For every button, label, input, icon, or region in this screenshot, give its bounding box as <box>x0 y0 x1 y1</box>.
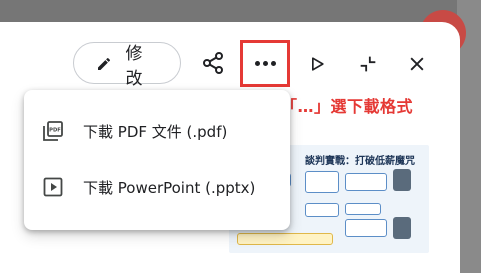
minimize-button[interactable] <box>355 51 381 77</box>
slide-figure <box>393 169 411 191</box>
edit-button[interactable]: 修改 <box>73 42 181 89</box>
menu-item-download-pptx[interactable]: 下載 PowerPoint (.pptx) <box>24 160 290 214</box>
play-icon <box>312 57 324 71</box>
menu-item-label: 下載 PowerPoint (.pptx) <box>83 178 256 197</box>
slide-box <box>345 173 387 191</box>
more-options-button[interactable] <box>240 40 290 87</box>
edit-label: 修改 <box>125 44 143 89</box>
slideshow-icon <box>43 177 63 197</box>
present-button[interactable] <box>304 51 330 77</box>
slide-box <box>305 203 339 217</box>
download-menu: PDF 下載 PDF 文件 (.pdf) 下載 PowerPoint (.ppt… <box>24 90 290 230</box>
backdrop <box>0 0 481 22</box>
more-icon <box>254 61 276 66</box>
slide-box <box>345 203 381 215</box>
svg-text:PDF: PDF <box>49 127 61 133</box>
close-button[interactable] <box>404 51 430 77</box>
menu-item-download-pdf[interactable]: PDF 下載 PDF 文件 (.pdf) <box>24 104 290 158</box>
close-icon <box>410 57 424 71</box>
slide-box <box>305 171 339 193</box>
share-icon <box>203 52 223 74</box>
pencil-icon <box>98 57 111 70</box>
menu-item-label: 下載 PDF 文件 (.pdf) <box>83 122 228 141</box>
slide-title: 談判實戰：打破低薪魔咒 <box>305 156 415 167</box>
pdf-icon: PDF <box>43 121 63 141</box>
slide-figure <box>393 217 411 239</box>
minimize-icon <box>360 56 376 72</box>
slide-box <box>345 219 387 237</box>
slide-banner <box>237 233 333 245</box>
share-button[interactable] <box>200 50 226 76</box>
